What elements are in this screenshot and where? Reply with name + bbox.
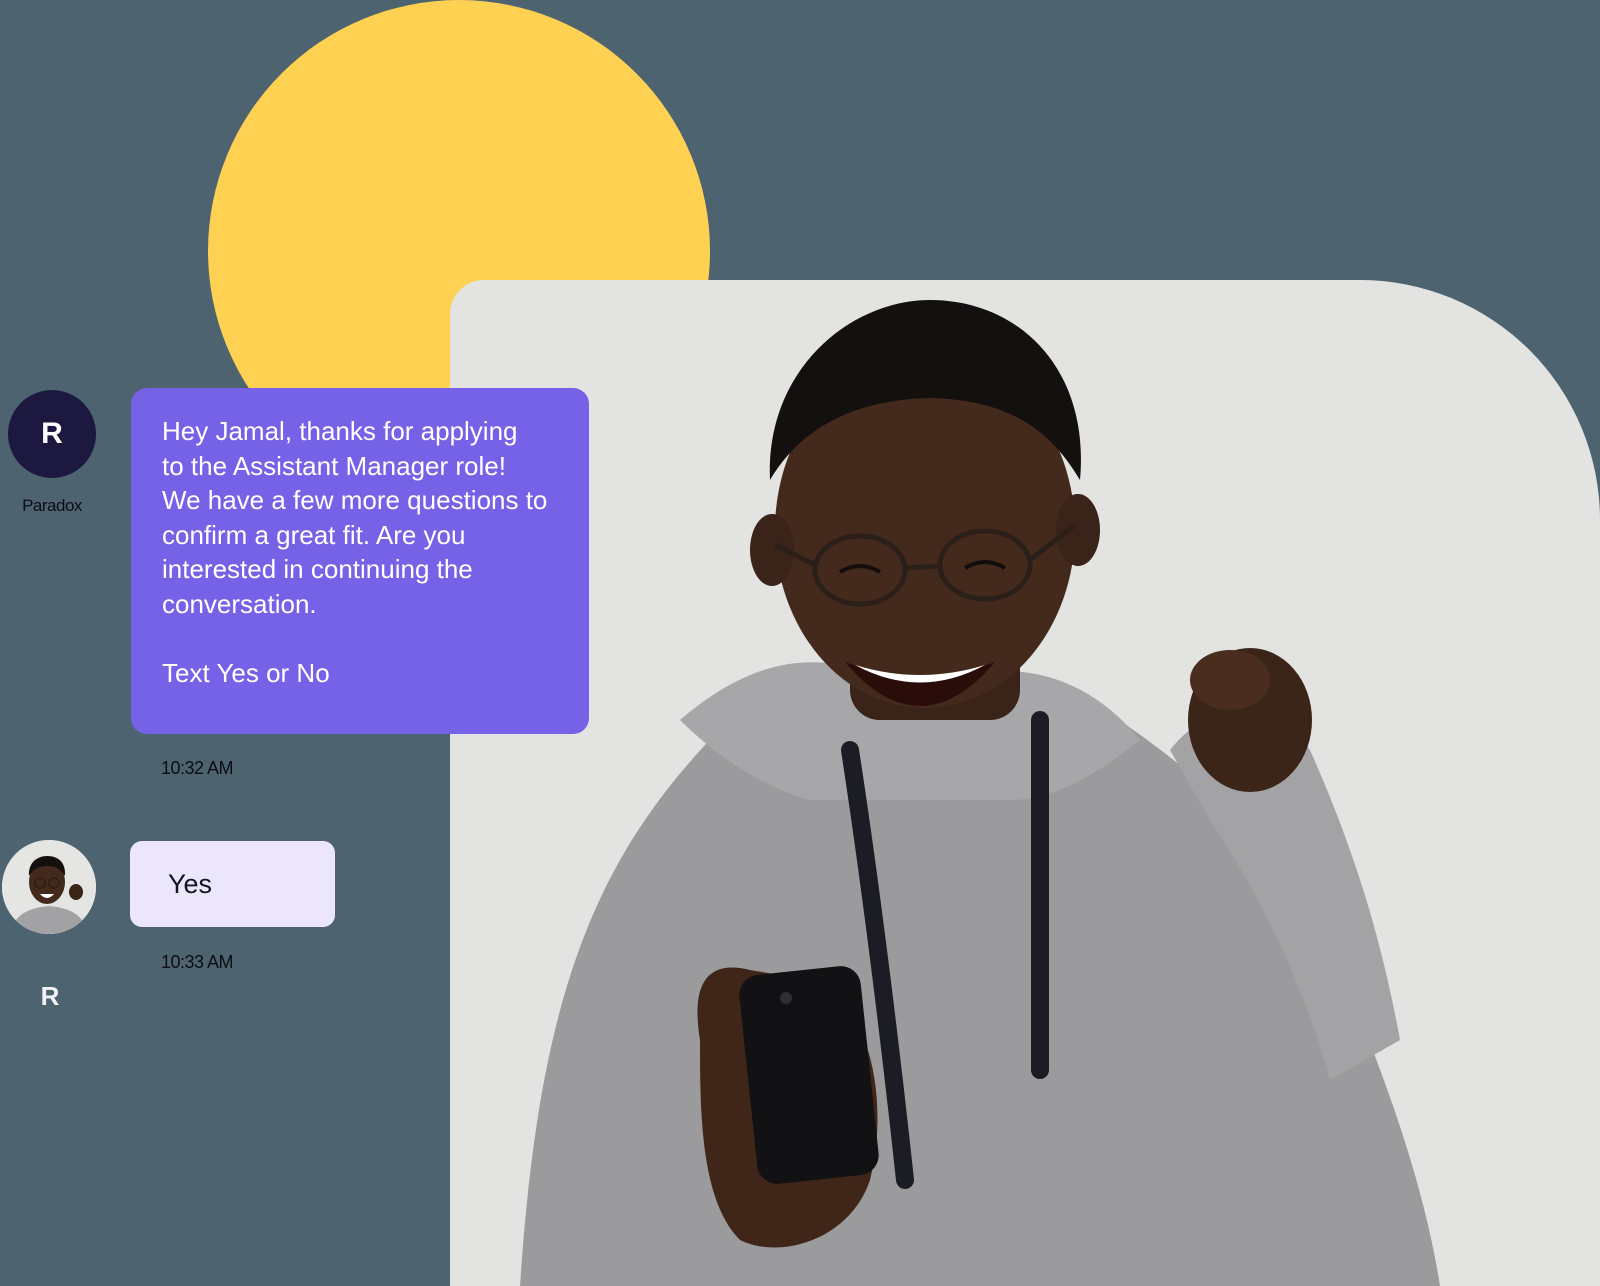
candidate-avatar-icon [2, 840, 96, 934]
candidate-avatar [2, 840, 96, 934]
recruiter-message-timestamp: 10:32 AM [161, 758, 234, 778]
brand-logo-mark: R [40, 981, 60, 1011]
person-with-phone-illustration [520, 300, 1440, 1286]
recruiter-avatar: R [8, 390, 96, 478]
candidate-reply-timestamp: 10:33 AM [161, 952, 234, 972]
recruiter-name: Paradox [22, 496, 82, 515]
candidate-reply-bubble: Yes [130, 841, 335, 927]
hero-photo-panel [450, 280, 1600, 1286]
recruiter-message-bubble: Hey Jamal, thanks for applying to the As… [131, 388, 589, 734]
